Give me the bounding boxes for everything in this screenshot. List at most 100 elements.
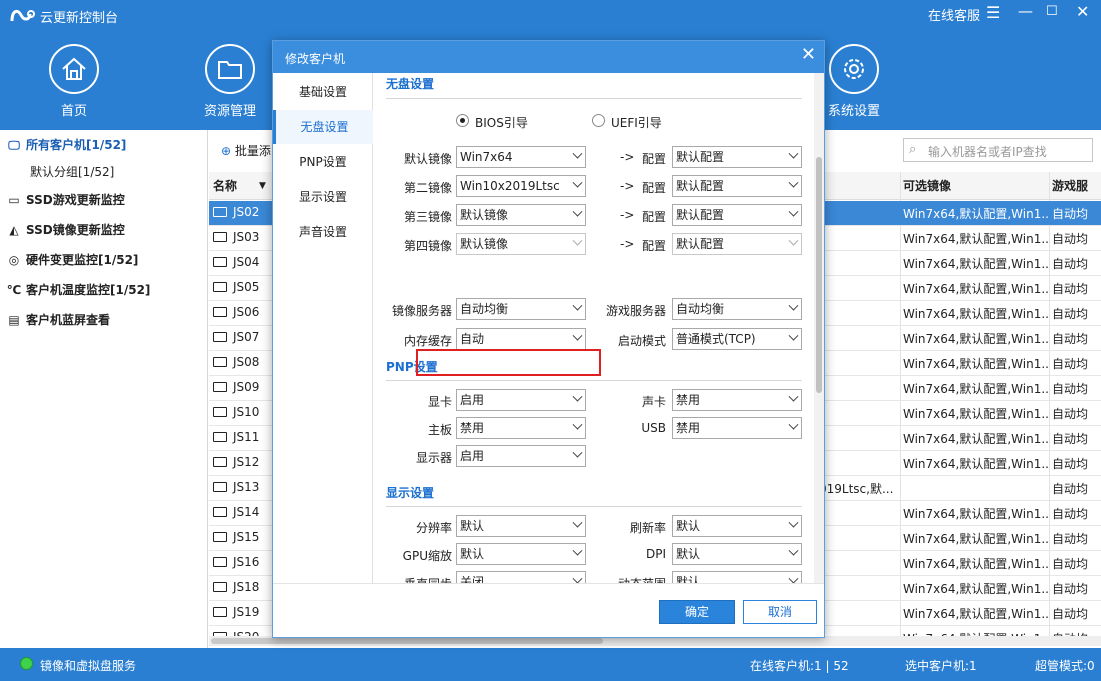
monitor-icon [213,257,227,267]
row-name: JS05 [233,280,260,294]
monitor-icon [213,232,227,242]
row-images-cell: Win7x64,默认配置,Win1... [903,357,1049,371]
dyn-range-select[interactable]: 默认 [672,571,802,583]
sidebar-item-temperature[interactable]: ℃ 客户机温度监控[1/52] [6,277,151,303]
row-images-cell: Win7x64,默认配置,Win1... [903,582,1049,596]
scroll-thumb[interactable] [211,638,603,644]
dialog-title: 修改客户机 [285,52,346,66]
row-images-cell: Win7x64,默认配置,Win1... [903,457,1049,471]
selected-count: 选中客户机:1 [905,659,977,673]
row-name-cell: JS07 [213,330,259,344]
sidebar-item-all-clients[interactable]: 🖵 所有客户机[1/52] [6,132,126,158]
row-images-cell: Win7x64,默认配置,Win1... [903,232,1049,246]
sidebar-item-hw-change[interactable]: ◎ 硬件变更监控[1/52] [6,247,139,273]
row-game-cell: 自动均 [1052,332,1089,346]
maximize-icon[interactable]: ☐ [1046,4,1058,19]
search-icon: ⌕ [909,142,917,157]
tab-diskless[interactable]: 无盘设置 [273,110,373,144]
row-game-cell: 自动均 [1052,507,1089,521]
home-icon [49,44,99,94]
online-service-link[interactable]: 在线客服 [928,5,980,24]
monitor-icon [213,532,227,542]
vsync-select[interactable]: 关闭 [456,571,586,583]
row-game-cell: 自动均 [1052,407,1089,421]
sidebar-item-ssd-image[interactable]: ◭ SSD镜像更新监控 [6,217,125,243]
cancel-button[interactable]: 取消 [743,600,817,624]
row-game-cell: 自动均 [1052,532,1089,546]
sidebar: 🖵 所有客户机[1/52] 默认分组[1/52] ▭ SSD游戏更新监控 ◭ SSD镜… [0,130,208,648]
monitor-icon [213,332,227,342]
col-header-game[interactable]: 游戏服 [1052,172,1088,200]
row-game-cell: 自动均 [1052,607,1089,621]
app-logo-icon [10,9,35,22]
search-placeholder: 输入机器名或者IP查找 [928,145,1047,159]
dialog-vertical-scrollbar[interactable] [814,73,824,583]
ok-button[interactable]: 确定 [659,600,735,624]
nav-resources[interactable]: 资源管理 [190,44,270,119]
ssd-icon: ▭ [8,193,20,207]
monitor-icon [213,607,227,617]
nav-home[interactable]: 首页 [34,44,114,119]
nav-home-label: 首页 [60,104,87,119]
row-game-cell: 自动均 [1052,232,1089,246]
search-input[interactable]: ⌕ 输入机器名或者IP查找 [903,138,1093,162]
dialog-close-icon[interactable]: ✕ [801,46,816,64]
nav-system-label: 系统设置 [827,104,880,119]
monitor-icon [213,507,227,517]
batch-add-button[interactable]: ⊕ 批量添 [221,142,271,159]
row-game-cell: 自动均 [1052,382,1089,396]
row-images-cell: Win7x64,默认配置,Win1... [903,507,1049,521]
scroll-thumb[interactable] [816,157,822,393]
col-header-images[interactable]: 可选镜像 [903,172,951,200]
nav-resources-label: 资源管理 [203,104,256,119]
edit-client-dialog: 修改客户机 ✕ 基础设置 无盘设置 PNP设置 显示设置 声音设置 无盘设置 B… [272,40,825,638]
menu-icon[interactable]: ☰ [986,3,1000,22]
row-name: JS03 [233,230,260,244]
sidebar-item-label: SSD游戏更新监控 [26,193,125,207]
row-game-cell: 自动均 [1052,557,1089,571]
minimize-icon[interactable]: — [1018,2,1033,20]
monitor-icon [213,582,227,592]
row-name: JS06 [233,305,260,319]
status-bar: 镜像和虚拟盘服务 在线客户机:1 | 52 选中客户机:1 超管模式:0 [0,648,1101,681]
service-status-text: 镜像和虚拟盘服务 [40,659,137,673]
tab-pnp[interactable]: PNP设置 [273,145,373,179]
close-icon[interactable]: ✕ [1076,2,1089,21]
sidebar-item-label: 客户机温度监控[1/52] [26,283,151,297]
row-name: JS13 [233,480,260,494]
document-icon: ▤ [8,313,20,327]
monitor-icon: 🖵 [8,138,20,152]
tab-basic[interactable]: 基础设置 [273,75,373,109]
dyn-range-value: 默认 [676,575,701,583]
row-name: JS08 [233,355,260,369]
row-name-cell: JS12 [213,455,259,469]
chevron-down-icon [788,573,799,583]
sidebar-item-bluescreen[interactable]: ▤ 客户机蓝屏查看 [6,307,110,333]
row-images-cell: Win7x64,默认配置,Win1... [903,207,1049,221]
layers-icon: ◭ [9,223,19,237]
row-name-cell: JS09 [213,380,259,394]
online-count: 在线客户机:1 | 52 [750,659,849,673]
monitor-icon [213,407,227,417]
dialog-tab-list: 基础设置 无盘设置 PNP设置 显示设置 声音设置 [273,73,373,583]
row-name: JS14 [233,505,260,519]
row-game-cell: 自动均 [1052,307,1089,321]
row-name-cell: JS10 [213,405,259,419]
sidebar-item-label: SSD镜像更新监控 [26,223,125,237]
tab-display[interactable]: 显示设置 [273,180,373,214]
tab-sound[interactable]: 声音设置 [273,215,373,249]
row-name-cell: JS15 [213,530,259,544]
gear-icon [829,44,879,94]
plus-circle-icon: ⊕ [221,144,232,158]
dialog-body-lower: 垂直同步 关闭 动态范围 默认 [374,73,814,583]
batch-add-label: 批量添 [234,144,271,158]
vsync-value: 关闭 [460,575,485,583]
sidebar-item-label: 客户机蓝屏查看 [26,313,111,327]
sidebar-item-default-group[interactable]: 默认分组[1/52] [30,159,114,185]
monitor-icon [213,457,227,467]
nav-system[interactable]: 系统设置 [814,44,894,119]
col-header-name[interactable]: 名称 [213,172,237,200]
row-images-cell: Win7x64,默认配置,Win1... [903,307,1049,321]
row-name: JS09 [233,380,260,394]
sidebar-item-ssd-game[interactable]: ▭ SSD游戏更新监控 [6,187,125,213]
